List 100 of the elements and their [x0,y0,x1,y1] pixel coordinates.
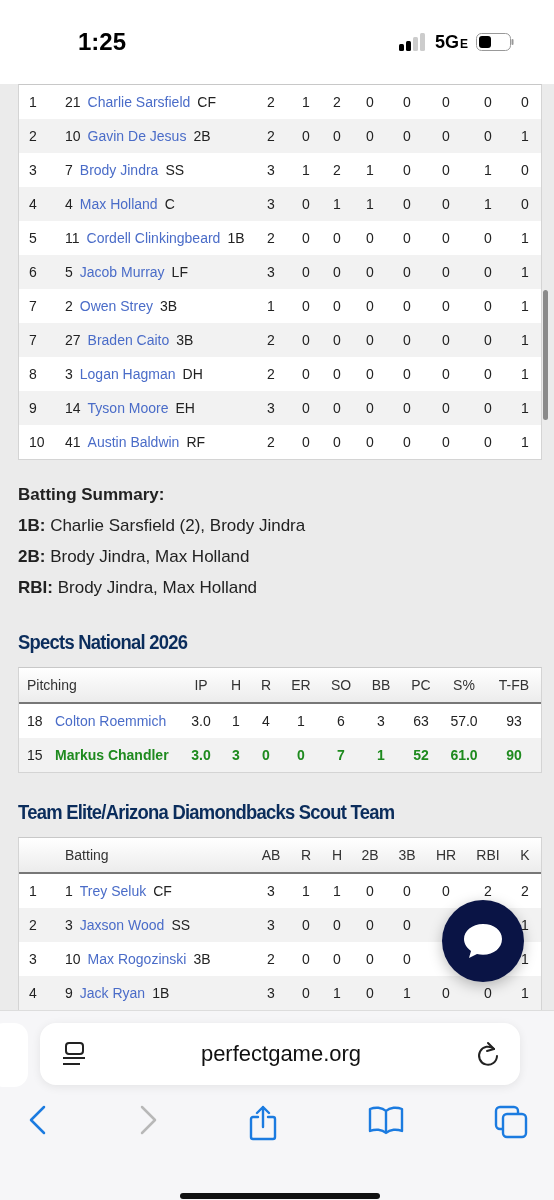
jersey-number: 18 [27,713,44,729]
table-cell-text: 1 [296,713,306,729]
table-cell-text: 1 [301,94,311,110]
table-cell-text: 3.0 [190,713,212,729]
table-cell-text: 6 [336,713,346,729]
table-cell-text: 1 [376,747,386,763]
column-header: H [229,677,243,693]
table-cell-text: 57.0 [449,713,479,729]
table-cell-text: 1 [483,196,493,212]
column-header: HR [434,847,458,863]
table-cell-text: 1 [520,128,530,144]
row-number: 9 [29,400,38,416]
row-number: 5 [29,230,38,246]
table-cell-text: 0 [332,230,342,246]
table-cell-text: 0 [332,917,342,933]
table-cell-text: 1 [301,883,311,899]
table-cell-text: 1 [520,366,530,382]
share-icon[interactable] [248,1105,278,1141]
position-label: LF [171,264,188,280]
table-cell-text: 0 [520,162,530,178]
table-cell-text: 0 [402,883,412,899]
jersey-number: 21 [65,94,81,110]
table-cell-text: 0 [483,332,493,348]
player-link[interactable]: Cordell Clinkingbeard [86,230,221,246]
table-cell-text: 0 [365,951,375,967]
table-cell-text: 0 [365,332,375,348]
player-link[interactable]: Charlie Sarsfield [87,94,191,110]
player-link[interactable]: Markus Chandler [55,747,181,763]
column-header: K [519,847,531,863]
table-cell-text: 61.0 [449,747,479,763]
table-cell-text: 0 [332,434,342,450]
table-cell-text: 2 [266,94,276,110]
player-link[interactable]: Jack Ryan [79,985,146,1001]
address-bar[interactable]: perfectgame.org [40,1023,520,1085]
summary-line: 1B: Charlie Sarsfield (2), Brody Jindra [18,515,306,537]
summary-line: 2B: Brody Jindra, Max Holland [18,546,250,568]
table-cell-text: 1 [520,332,530,348]
player-link[interactable]: Jacob Murray [79,264,165,280]
table-cell-text: 0 [301,985,311,1001]
table-cell-text: 0 [365,883,375,899]
player-link[interactable]: Tyson Moore [87,400,169,416]
table-cell-text: 4 [261,713,271,729]
table-cell-text: 3 [266,264,276,280]
table-cell-text: 0 [402,332,412,348]
table-cell-text: 0 [402,94,412,110]
jersey-number: 3 [65,917,73,933]
position-label: SS [171,917,191,933]
table-cell-text: 1 [520,917,530,933]
player-link[interactable]: Max Holland [79,196,158,212]
summary-title: Batting Summary: [18,484,165,506]
table-cell-text: 0 [332,298,342,314]
table-cell-text: 0 [365,230,375,246]
table-cell-text: 0 [332,264,342,280]
player-link[interactable]: Max Rogozinski [87,951,187,967]
table-cell-text: 0 [332,400,342,416]
page-menu-icon[interactable] [62,1041,86,1067]
column-header: Pitching [27,677,78,693]
table-cell-text: 3 [266,883,276,899]
player-link[interactable]: Brody Jindra [79,162,159,178]
table-cell-text: 1 [332,883,342,899]
table-cell-text: 0 [441,230,451,246]
table-cell-text: 0 [441,196,451,212]
summary-line: RBI: Brody Jindra, Max Holland [18,577,258,599]
table-cell-text: 0 [483,128,493,144]
row-number: 2 [29,917,38,933]
player-link[interactable]: Trey Seluk [79,883,147,899]
row-number: 10 [29,434,46,450]
table-cell-text: 3 [266,400,276,416]
bookmarks-icon[interactable] [368,1105,404,1135]
table-cell-text: 0 [441,434,451,450]
column-header: SO [329,677,353,693]
table-cell-text: 63 [412,713,430,729]
player-link[interactable]: Logan Hagman [79,366,176,382]
table-cell-text: 0 [402,400,412,416]
position-label: SS [165,162,185,178]
player-link[interactable]: Owen Strey [79,298,153,314]
table-cell-text: 1 [365,162,375,178]
player-link[interactable]: Gavin De Jesus [87,128,187,144]
table-cell-text: 0 [301,128,311,144]
reload-icon[interactable] [476,1041,500,1067]
table-cell-text: 2 [266,951,276,967]
table-cell-text: 0 [301,366,311,382]
player-link[interactable]: Austin Baldwin [87,434,180,450]
player-link[interactable]: Colton Roemmich [55,713,181,729]
player-link[interactable]: Jaxson Wood [79,917,165,933]
jersey-number: 5 [65,264,73,280]
jersey-number: 27 [65,332,81,348]
row-number: 2 [29,128,38,144]
table-cell-text: 2 [266,434,276,450]
player-link[interactable]: Braden Caito [87,332,170,348]
table-cell-text: 0 [402,264,412,280]
table-cell-text: 0 [402,196,412,212]
tabs-icon[interactable] [494,1105,528,1139]
table-cell-text: 0 [301,917,311,933]
table-cell-text: 0 [441,264,451,280]
column-header: ER [290,677,312,693]
table-cell-text: 0 [301,298,311,314]
table-cell-text: 0 [301,196,311,212]
table-cell-text: 0 [483,985,493,1001]
position-label: 3B [176,332,194,348]
